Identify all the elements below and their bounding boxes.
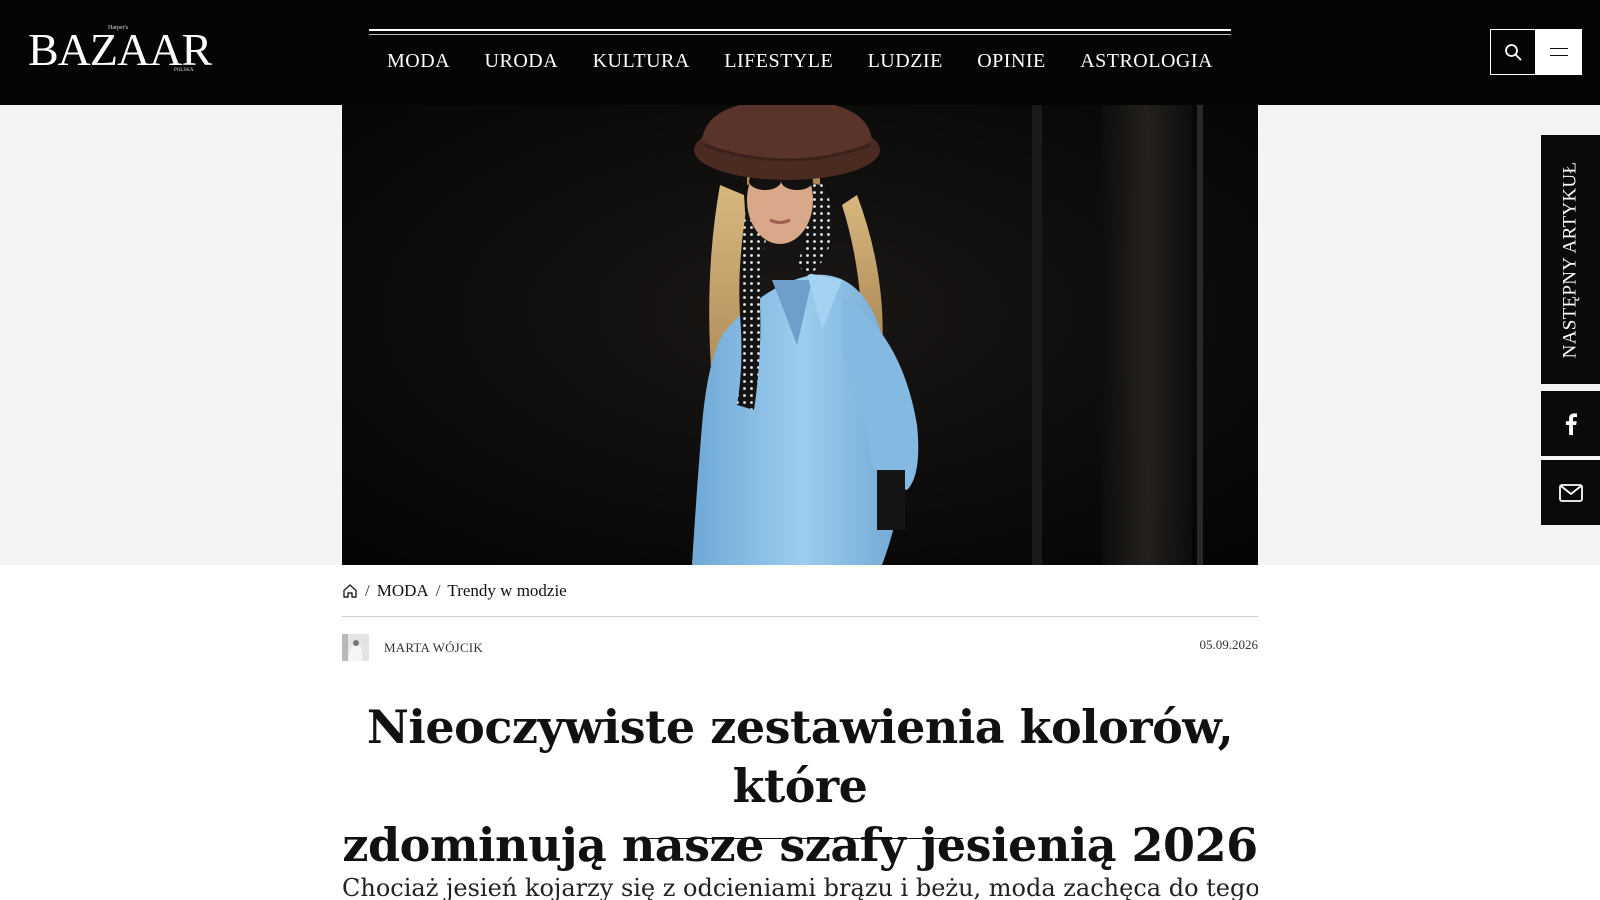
menu-button[interactable] (1536, 29, 1582, 75)
breadcrumb: / MODA / Trendy w modzie (342, 578, 567, 604)
nav-item-opinie[interactable]: OPINIE (977, 46, 1046, 76)
site-header: BAZAAR Harper's POLSKA MODA URODA KULTUR… (0, 0, 1600, 105)
hero-image (342, 105, 1258, 565)
hamburger-menu-icon (1550, 48, 1568, 49)
hamburger-menu-icon-bar (1550, 55, 1568, 56)
breadcrumb-item-moda[interactable]: MODA (377, 581, 429, 601)
article-title: Nieoczywiste zestawienia kolorów, które … (342, 698, 1258, 875)
article-title-line-2: zdominują nasze szafy jesienią 2026 (342, 818, 1258, 872)
author-avatar[interactable] (342, 634, 369, 661)
share-facebook-button[interactable] (1541, 391, 1600, 456)
next-article-tab[interactable]: NASTĘPNY ARTYKUŁ (1541, 135, 1600, 384)
breadcrumb-separator: / (435, 581, 441, 600)
title-divider (638, 838, 963, 839)
logo-small-bottom: POLSKA (174, 68, 194, 73)
mail-icon (1558, 483, 1583, 502)
nav-top-rule-thin (369, 34, 1231, 35)
nav-item-uroda[interactable]: URODA (485, 46, 559, 76)
breadcrumb-separator: / (365, 581, 370, 600)
hero-photo-illustration (342, 105, 1258, 565)
article-title-line-1: Nieoczywiste zestawienia kolorów, które (366, 700, 1234, 813)
nav-item-lifestyle[interactable]: LIFESTYLE (724, 46, 833, 76)
author-name[interactable]: MARTA WÓJCIK (384, 640, 483, 656)
facebook-icon (1565, 412, 1577, 435)
search-icon (1505, 44, 1522, 61)
publish-date: 05.09.2026 (1199, 637, 1259, 652)
share-mail-button[interactable] (1541, 460, 1600, 525)
avatar-illustration (342, 634, 369, 661)
nav-item-kultura[interactable]: KULTURA (593, 46, 690, 76)
home-icon[interactable] (342, 583, 358, 599)
main-nav: MODA URODA KULTURA LIFESTYLE LUDZIE OPIN… (369, 46, 1231, 76)
breadcrumb-item-trendy[interactable]: Trendy w modzie (447, 581, 566, 601)
nav-item-astrologia[interactable]: ASTROLOGIA (1080, 46, 1213, 76)
breadcrumb-divider (342, 616, 1258, 617)
search-button[interactable] (1490, 29, 1536, 75)
nav-item-ludzie[interactable]: LUDZIE (868, 46, 943, 76)
author-block: MARTA WÓJCIK (342, 634, 483, 661)
article-lead: Chociaż jesień kojarzy się z odcieniami … (342, 874, 1258, 900)
nav-item-moda[interactable]: MODA (387, 46, 450, 76)
nav-top-rule (369, 29, 1231, 31)
next-article-label: NASTĘPNY ARTYKUŁ (1559, 161, 1581, 358)
logo-small-top: Harper's (108, 25, 129, 31)
